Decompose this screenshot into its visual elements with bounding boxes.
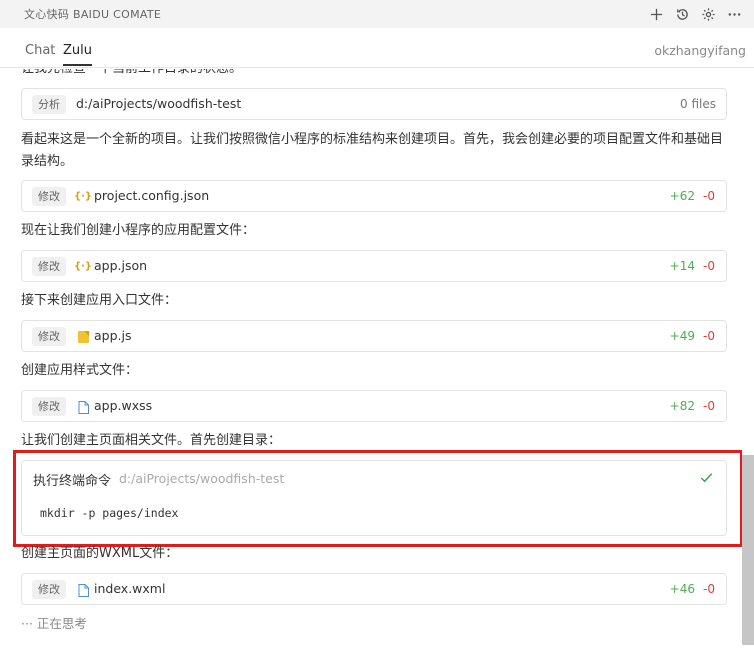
more-icon[interactable] [722, 3, 746, 25]
edit-card[interactable]: 修改 {·} app.json +14 -0 [21, 250, 727, 282]
edit-card[interactable]: 修改 app.wxss +82 -0 [21, 390, 727, 422]
terminal-title: 执行终端命令 [33, 474, 112, 489]
tab-bar: Chat Zulu okzhangyifang [0, 28, 754, 68]
lines-added: +82 [669, 399, 695, 413]
lines-removed: -0 [703, 259, 715, 273]
conversation-panel[interactable]: 让我先检查一下当前工作目录的状态。 分析 d:/aiProjects/woodf… [0, 69, 742, 659]
file-name[interactable]: app.json [94, 258, 147, 273]
lines-removed: -0 [703, 189, 715, 203]
terminal-command: mkdir -p pages/index [40, 506, 179, 520]
file-icon [77, 583, 89, 597]
message-text: 创建应用样式文件： [21, 363, 139, 378]
title-actions [644, 3, 746, 25]
scrollbar-thumb[interactable] [742, 455, 754, 645]
terminal-path: d:/aiProjects/woodfish-test [119, 471, 285, 486]
tab-chat[interactable]: Chat [25, 43, 55, 58]
user-name: okzhangyifang [654, 43, 746, 58]
json-icon: {·} [73, 261, 93, 272]
file-name[interactable]: app.js [94, 328, 132, 343]
title-bar: 文心快码 BAIDU COMATE [0, 0, 754, 28]
analyze-card[interactable]: 分析 d:/aiProjects/woodfish-test 0 files [21, 88, 727, 120]
lines-added: +46 [669, 582, 695, 596]
check-icon [700, 473, 713, 483]
lines-removed: -0 [703, 329, 715, 343]
app-title: 文心快码 BAIDU COMATE [24, 8, 162, 21]
message-text: 看起来这是一个全新的项目。让我们按照微信小程序的标准结构来创建项目。首先，我会创… [21, 132, 724, 169]
file-name[interactable]: project.config.json [94, 188, 209, 203]
edit-card[interactable]: 修改 app.js +49 -0 [21, 320, 727, 352]
lines-added: +14 [669, 259, 695, 273]
edit-tag: 修改 [32, 580, 66, 599]
tab-zulu[interactable]: Zulu [63, 43, 92, 66]
js-file-icon [77, 330, 89, 344]
edit-tag: 修改 [32, 187, 66, 206]
message-text: 创建主页面的WXML文件： [21, 546, 179, 561]
edit-tag: 修改 [32, 397, 66, 416]
edit-tag: 修改 [32, 257, 66, 276]
lines-added: +49 [669, 329, 695, 343]
message-text: 让我们创建主页面相关文件。首先创建目录： [21, 433, 282, 448]
analyze-path: d:/aiProjects/woodfish-test [76, 96, 242, 111]
file-name[interactable]: app.wxss [94, 398, 152, 413]
edit-tag: 修改 [32, 327, 66, 346]
file-name[interactable]: index.wxml [94, 581, 165, 596]
message-text: 现在让我们创建小程序的应用配置文件： [21, 223, 256, 238]
message-text: 接下来创建应用入口文件： [21, 293, 178, 308]
lines-removed: -0 [703, 399, 715, 413]
plus-icon[interactable] [644, 3, 668, 25]
gear-icon[interactable] [696, 3, 720, 25]
lines-removed: -0 [703, 582, 715, 596]
analyze-tag: 分析 [32, 95, 66, 114]
edit-card[interactable]: 修改 index.wxml +46 -0 [21, 573, 727, 605]
file-count: 0 files [680, 97, 716, 111]
message-text: 让我先检查一下当前工作目录的状态。 [21, 69, 731, 80]
file-icon [77, 400, 89, 414]
edit-card[interactable]: 修改 {·} project.config.json +62 -0 [21, 180, 727, 212]
terminal-card[interactable]: 执行终端命令 d:/aiProjects/woodfish-test mkdir… [21, 460, 727, 536]
history-icon[interactable] [670, 3, 694, 25]
lines-added: +62 [669, 189, 695, 203]
json-icon: {·} [73, 191, 93, 202]
thinking-status: ··· 正在思考 [21, 616, 87, 631]
